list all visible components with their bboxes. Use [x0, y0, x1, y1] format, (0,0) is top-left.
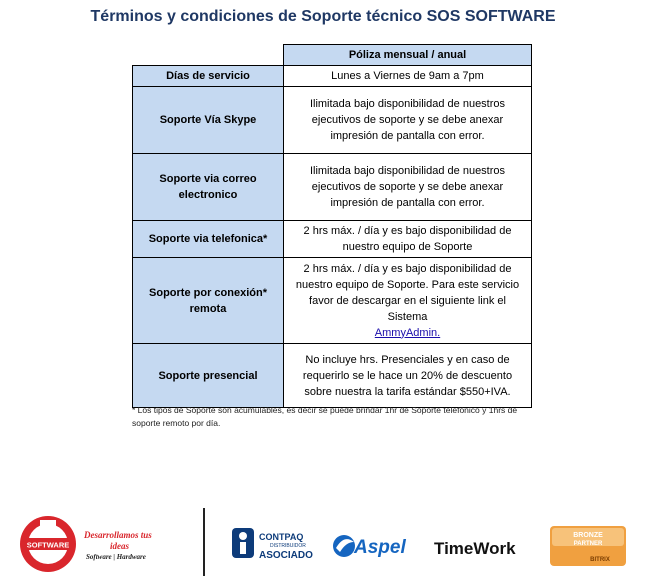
contpaqi-associate: ASOCIADO	[259, 550, 313, 561]
table-row: Soporte via telefonica* 2 hrs máx. / día…	[132, 220, 532, 258]
aspel-logo: Aspel	[333, 535, 406, 558]
sos-badge-text: SOFTWARE	[27, 541, 70, 550]
row-value-service-days: Lunes a Viernes de 9am a 7pm	[283, 65, 532, 87]
sos-tagline: Desarrollamos tus ideas Software | Hardw…	[83, 530, 152, 561]
table-corner	[132, 44, 284, 66]
plan-header: Póliza mensual / anual	[283, 44, 532, 66]
row-value-phone: 2 hrs máx. / día y es bajo disponibilida…	[283, 220, 532, 258]
sos-software-logo: SOFTWARE	[20, 516, 76, 572]
row-label-remote: Soporte por conexión* remota	[132, 257, 284, 344]
contpaqi-name: CONTPAQ	[259, 532, 303, 542]
row-value-email: Ilimitada bajo disponibilidad de nuestro…	[283, 153, 532, 221]
bitrix-line-2: PARTNER	[574, 541, 603, 547]
row-label-skype: Soporte Vía Skype	[132, 86, 284, 154]
page-title: Términos y condiciones de Soporte técnic…	[90, 8, 556, 25]
contpaqi-logo: CONTPAQ DISTRIBUIDOR ASOCIADO	[232, 528, 313, 561]
table-row: Soporte presencial No incluye hrs. Prese…	[132, 343, 532, 408]
row-label-service-days: Días de servicio	[132, 65, 284, 87]
row-value-skype: Ilimitada bajo disponibilidad de nuestro…	[283, 86, 532, 154]
table-row: Soporte via correo electronico Ilimitada…	[132, 153, 532, 221]
row-label-onsite: Soporte presencial	[132, 343, 284, 408]
table-row: Soporte Vía Skype Ilimitada bajo disponi…	[132, 86, 532, 154]
table-row: Días de servicio Lunes a Viernes de 9am …	[132, 65, 532, 87]
partner-logos: SOFTWARE Desarrollamos tus ideas Softwar…	[20, 516, 626, 572]
footnote: * Los tipos de Soporte son acumulables, …	[132, 405, 518, 428]
bitrix-line-3: BITRIX	[590, 557, 610, 563]
row-value-onsite: No incluye hrs. Presenciales y en caso d…	[283, 343, 532, 408]
ammyadmin-link[interactable]: AmmyAdmin.	[375, 327, 440, 339]
contpaqi-sub: DISTRIBUIDOR	[270, 543, 306, 549]
row-value-remote: 2 hrs máx. / día y es bajo disponibilida…	[283, 257, 532, 344]
row-label-email: Soporte via correo electronico	[132, 153, 284, 221]
row-label-phone: Soporte via telefonica*	[132, 220, 284, 258]
tagline-line-1: Desarrollamos tus	[83, 530, 152, 540]
tagline-line-2: ideas	[110, 541, 129, 551]
remote-description: 2 hrs máx. / día y es bajo disponibilida…	[295, 262, 520, 323]
timework-logo: TimeWork	[434, 539, 516, 558]
support-terms-table: Póliza mensual / anual Días de servicio …	[132, 44, 532, 408]
logo-divider	[203, 508, 205, 576]
tagline-line-3: Software | Hardware	[86, 553, 146, 561]
bitrix-line-1: BRONZE	[573, 532, 603, 539]
aspel-name: Aspel	[353, 537, 406, 558]
bitrix-partner-badge: BRONZE PARTNER BITRIX	[550, 526, 626, 566]
table-row: Soporte por conexión* remota 2 hrs máx. …	[132, 257, 532, 344]
